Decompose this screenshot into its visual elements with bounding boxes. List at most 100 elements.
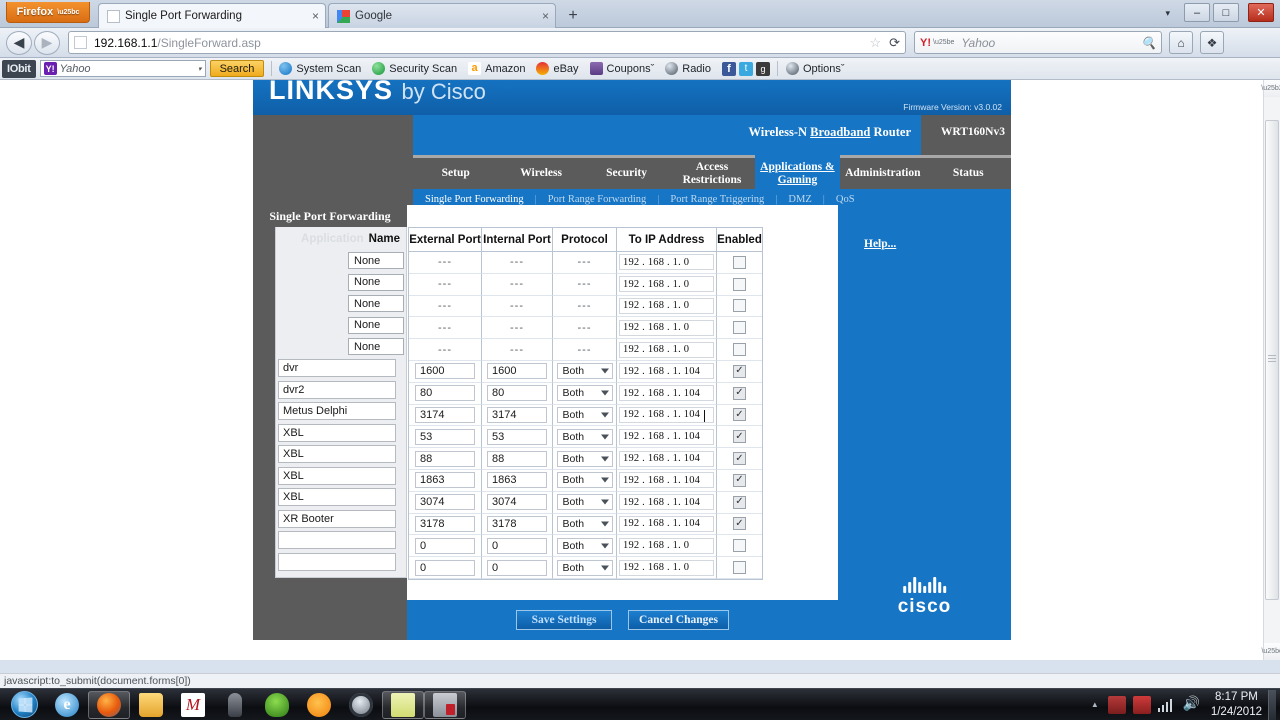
tab-status[interactable]: Status — [925, 155, 1011, 189]
external-port-input-12[interactable]: 3178 — [415, 515, 475, 532]
tray-shield-icon[interactable] — [1132, 695, 1151, 714]
ip-address-input-4[interactable]: 192 . 168 . 1. 0 — [619, 341, 714, 358]
network-icon[interactable] — [1157, 698, 1176, 712]
iobit-link-radio[interactable]: Radio — [665, 62, 711, 75]
iobit-link-system-scan[interactable]: System Scan — [279, 62, 361, 75]
external-port-input-7[interactable]: 3174 — [415, 406, 475, 423]
cancel-changes-button[interactable]: Cancel Changes — [628, 610, 729, 630]
enabled-checkbox-9[interactable]: ✓ — [733, 452, 746, 466]
enabled-checkbox-11[interactable]: ✓ — [733, 495, 746, 509]
search-input[interactable]: Y! \u25be Yahoo 🔍 — [914, 31, 1162, 54]
enabled-checkbox-3[interactable] — [733, 321, 746, 335]
ip-address-input-12[interactable]: 192 . 168 . 1. 104 — [619, 515, 714, 532]
application-name-input-10[interactable]: XBL — [278, 466, 396, 485]
tab-security[interactable]: Security — [583, 155, 670, 189]
back-button[interactable]: ◀ — [6, 30, 32, 55]
save-settings-button[interactable]: Save Settings — [516, 610, 613, 630]
enabled-checkbox-8[interactable]: ✓ — [733, 430, 746, 444]
internal-port-input-8[interactable]: 53 — [487, 428, 547, 445]
protocol-select-7[interactable]: Both — [556, 406, 613, 423]
iobit-link-ebay[interactable]: eBay — [536, 62, 579, 75]
external-port-input-8[interactable]: 53 — [415, 428, 475, 445]
enabled-checkbox-10[interactable]: ✓ — [733, 473, 746, 487]
internal-port-input-10[interactable]: 1863 — [487, 472, 547, 489]
close-icon[interactable]: × — [528, 9, 549, 23]
iobit-link-security-scan[interactable]: Security Scan — [372, 62, 457, 75]
application-select-0[interactable]: None — [348, 252, 404, 270]
iobit-link-coupons[interactable]: Couponsˇ — [589, 62, 654, 75]
taskbar-item-metus[interactable]: M — [172, 690, 214, 720]
protocol-select-9[interactable]: Both — [556, 450, 613, 467]
internal-port-input-14[interactable]: 0 — [487, 559, 547, 576]
internal-port-input-11[interactable]: 3074 — [487, 494, 547, 511]
scroll-down-icon[interactable]: \u25bc — [1261, 643, 1280, 660]
protocol-select-11[interactable]: Both — [556, 494, 613, 511]
application-name-input-9[interactable]: XBL — [278, 445, 396, 464]
ip-address-input-1[interactable]: 192 . 168 . 1. 0 — [619, 276, 714, 293]
protocol-select-13[interactable]: Both — [556, 537, 613, 554]
iobit-search-input[interactable]: Y! Yahoo ▾ — [39, 60, 206, 77]
scroll-up-icon[interactable]: \u25b2 — [1261, 80, 1280, 97]
application-name-input-11[interactable]: XBL — [278, 488, 396, 507]
enabled-checkbox-5[interactable]: ✓ — [733, 364, 746, 378]
forward-button[interactable]: ▶ — [34, 30, 60, 55]
chevron-down-icon[interactable]: \u25be — [933, 39, 954, 46]
iobit-link-amazon[interactable]: a Amazon — [468, 62, 525, 75]
application-name-input-6[interactable]: dvr2 — [278, 380, 396, 399]
protocol-select-14[interactable]: Both — [556, 559, 613, 576]
googleplus-icon[interactable]: g — [756, 61, 770, 76]
subtab-port-range-triggering[interactable]: Port Range Triggering — [670, 194, 764, 205]
application-name-input-14[interactable] — [278, 552, 396, 571]
volume-icon[interactable]: 🔊 — [1183, 696, 1201, 714]
bookmark-star-icon[interactable]: ☆ — [869, 35, 881, 51]
tab-applications-gaming[interactable]: Applications & Gaming — [754, 155, 841, 189]
ip-address-input-7[interactable]: 192 . 168 . 1. 104 — [619, 406, 714, 423]
addons-button[interactable]: ❖ — [1200, 31, 1224, 54]
ip-address-input-0[interactable]: 192 . 168 . 1. 0 — [619, 254, 714, 271]
application-select-1[interactable]: None — [348, 273, 404, 291]
internal-port-input-12[interactable]: 3178 — [487, 515, 547, 532]
address-bar[interactable]: 192.168.1.1 /SingleForward.asp ☆ ⟳ — [68, 31, 906, 54]
taskbar-item-firefox[interactable] — [88, 690, 130, 719]
ip-address-input-5[interactable]: 192 . 168 . 1. 104 — [619, 363, 714, 380]
external-port-input-11[interactable]: 3074 — [415, 494, 475, 511]
ip-address-input-3[interactable]: 192 . 168 . 1. 0 — [619, 319, 714, 336]
ip-address-input-13[interactable]: 192 . 168 . 1. 0 — [619, 537, 714, 554]
application-select-3[interactable]: None — [348, 316, 404, 334]
firefox-menu-button[interactable]: Firefox \u25bc — [6, 2, 90, 23]
internal-port-input-5[interactable]: 1600 — [487, 363, 547, 380]
enabled-checkbox-0[interactable] — [733, 255, 746, 269]
taskbar-item-marvin[interactable] — [256, 690, 298, 720]
protocol-select-6[interactable]: Both — [556, 385, 613, 402]
external-port-input-5[interactable]: 1600 — [415, 363, 475, 380]
application-name-input-7[interactable]: Metus Delphi — [278, 402, 396, 421]
tab-google[interactable]: Google × — [328, 3, 556, 28]
iobit-search-button[interactable]: Search — [209, 60, 265, 77]
close-icon[interactable]: × — [298, 9, 319, 23]
enabled-checkbox-2[interactable] — [733, 299, 746, 313]
protocol-select-10[interactable]: Both — [556, 472, 613, 489]
taskbar-item-microphone[interactable] — [214, 690, 256, 720]
application-name-input-8[interactable]: XBL — [278, 423, 396, 442]
ip-address-input-6[interactable]: 192 . 168 . 1. 104 — [619, 385, 714, 402]
chevron-down-icon[interactable]: ▾ — [198, 65, 202, 73]
ip-address-input-8[interactable]: 192 . 168 . 1. 104 — [619, 428, 714, 445]
internal-port-input-13[interactable]: 0 — [487, 537, 547, 554]
maximize-button[interactable]: □ — [1213, 3, 1239, 22]
ip-address-input-11[interactable]: 192 . 168 . 1. 104 — [619, 494, 714, 511]
taskbar-item-avast[interactable] — [298, 690, 340, 720]
ip-address-input-14[interactable]: 192 . 168 . 1. 0 — [619, 559, 714, 576]
enabled-checkbox-4[interactable] — [733, 343, 746, 357]
help-link[interactable]: Help... — [864, 238, 896, 250]
taskbar-item-internet-explorer[interactable]: e — [46, 690, 88, 720]
protocol-select-12[interactable]: Both — [556, 515, 613, 532]
enabled-checkbox-7[interactable]: ✓ — [733, 408, 746, 422]
page-scrollbar[interactable]: \u25b2 \u25bc — [1261, 80, 1280, 660]
subtab-qos[interactable]: QoS — [836, 194, 855, 205]
external-port-input-6[interactable]: 80 — [415, 385, 475, 402]
tab-single-port-forwarding[interactable]: Single Port Forwarding × — [98, 3, 326, 28]
ip-address-input-2[interactable]: 192 . 168 . 1. 0 — [619, 297, 714, 314]
external-port-input-13[interactable]: 0 — [415, 537, 475, 554]
ip-address-input-9[interactable]: 192 . 168 . 1. 104 — [619, 450, 714, 467]
enabled-checkbox-1[interactable] — [733, 277, 746, 291]
